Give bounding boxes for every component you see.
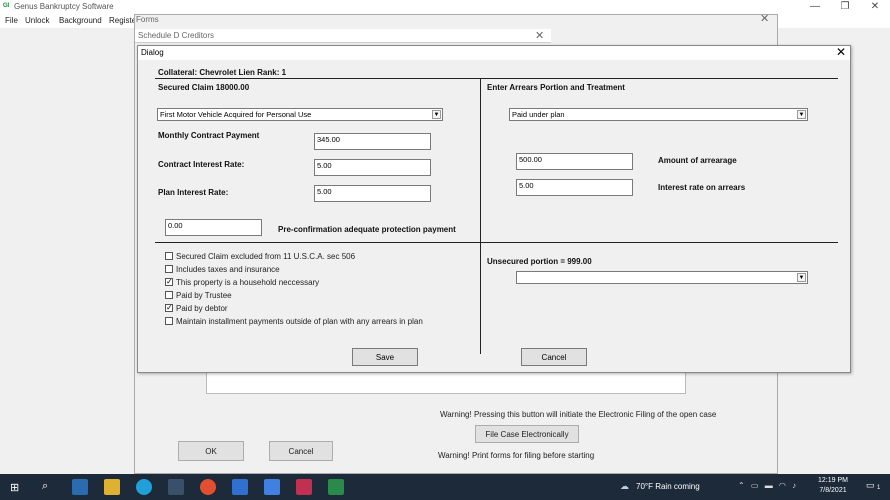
- dialog-title: Dialog: [141, 48, 164, 57]
- forms-window-title: Forms: [136, 15, 159, 24]
- property-type-value: First Motor Vehicle Acquired for Persona…: [160, 110, 312, 119]
- divider: [155, 242, 838, 243]
- collateral-label: Collateral: Chevrolet Lien Rank: 1: [158, 68, 287, 77]
- plan-rate-input[interactable]: 5.00: [314, 185, 431, 202]
- checkbox-label: Paid by Trustee: [176, 291, 232, 300]
- menu-file[interactable]: File: [5, 16, 18, 25]
- forms-close-icon[interactable]: ✕: [760, 12, 769, 25]
- mail-icon[interactable]: [72, 479, 88, 495]
- preconfirmation-input[interactable]: 0.00: [165, 219, 262, 236]
- monthly-payment-label: Monthly Contract Payment: [158, 131, 260, 140]
- game-icon[interactable]: [296, 479, 312, 495]
- schedule-close-icon[interactable]: ✕: [535, 29, 544, 42]
- plan-rate-label: Plan Interest Rate:: [158, 188, 229, 197]
- save-button[interactable]: Save: [352, 348, 418, 366]
- forms-cancel-button[interactable]: Cancel: [269, 441, 333, 461]
- system-tray-icons[interactable]: ⌃ ▭ ▬ ◠ ♪: [738, 481, 798, 490]
- close-app-button[interactable]: ✕: [860, 0, 890, 14]
- arrears-treatment-select[interactable]: Paid under plan ▼: [509, 108, 808, 121]
- menu-unlock[interactable]: Unlock: [25, 16, 49, 25]
- notification-icon[interactable]: ▭: [866, 480, 875, 491]
- checkbox-label: Maintain installment payments outside of…: [176, 317, 423, 326]
- chevron-down-icon: ▼: [797, 110, 806, 119]
- app-title: Genus Bankruptcy Software: [14, 2, 114, 11]
- weather-text[interactable]: 70°F Rain coming: [636, 482, 700, 491]
- clock[interactable]: 12:19 PM 7/8/2021: [818, 476, 848, 496]
- app-logo-icon: ᴳᴵ: [3, 1, 10, 11]
- arrears-rate-input[interactable]: 5.00: [516, 179, 633, 196]
- arrears-treatment-value: Paid under plan: [512, 110, 565, 119]
- efile-warning: Warning! Pressing this button will initi…: [440, 410, 717, 419]
- checkbox-label: Secured Claim excluded from 11 U.S.C.A. …: [176, 252, 356, 261]
- edge-icon[interactable]: [136, 479, 152, 495]
- unsecured-portion-label: Unsecured portion = 999.00: [487, 257, 592, 266]
- photos-icon[interactable]: [232, 479, 248, 495]
- clock-date: 7/8/2021: [819, 487, 847, 494]
- chevron-down-icon: ▼: [797, 273, 806, 282]
- dialog-titlebar: [138, 46, 850, 60]
- clock-time: 12:19 PM: [818, 477, 848, 484]
- search-icon[interactable]: ⌕: [42, 480, 48, 493]
- file-explorer-icon[interactable]: [104, 479, 120, 495]
- checkbox-taxes-insurance[interactable]: [165, 265, 173, 273]
- notes-textarea[interactable]: [206, 372, 686, 394]
- checkbox-excluded-506[interactable]: [165, 252, 173, 260]
- file-case-electronically-button[interactable]: File Case Electronically: [475, 425, 579, 443]
- menu-background[interactable]: Background: [59, 16, 102, 25]
- divider: [155, 78, 838, 79]
- arrears-rate-label: Interest rate on arrears: [658, 183, 746, 192]
- app-titlebar: [0, 0, 890, 14]
- checkbox-label: Includes taxes and insurance: [176, 265, 280, 274]
- checkbox-label: This property is a household neccessary: [176, 278, 320, 287]
- app-icon[interactable]: [264, 479, 280, 495]
- notification-count: 1: [877, 485, 881, 491]
- cancel-button[interactable]: Cancel: [521, 348, 587, 366]
- preconfirmation-label: Pre-confirmation adequate protection pay…: [278, 225, 456, 234]
- checkbox-household-necessary[interactable]: ✓: [165, 278, 173, 286]
- windows-start-icon[interactable]: ⊞: [10, 481, 19, 494]
- contract-rate-label: Contract Interest Rate:: [158, 160, 245, 169]
- maximize-button[interactable]: ❐: [830, 0, 860, 14]
- schedule-window-title: Schedule D Creditors: [138, 31, 215, 40]
- unsecured-select[interactable]: ▼: [516, 271, 808, 284]
- arrearage-amount-label: Amount of arrearage: [658, 156, 737, 165]
- dialog-close-icon[interactable]: ✕: [836, 45, 846, 59]
- weather-icon: ☁: [620, 481, 629, 491]
- arrearage-amount-input[interactable]: 500.00: [516, 153, 633, 170]
- property-type-select[interactable]: First Motor Vehicle Acquired for Persona…: [157, 108, 443, 121]
- column-divider: [480, 78, 481, 354]
- ok-button[interactable]: OK: [178, 441, 244, 461]
- checkbox-maintain-installments[interactable]: [165, 317, 173, 325]
- chrome-icon[interactable]: [200, 479, 216, 495]
- minimize-button[interactable]: —: [800, 0, 830, 14]
- checkbox-paid-by-debtor[interactable]: ✓: [165, 304, 173, 312]
- menu-register[interactable]: Registe: [109, 16, 136, 25]
- checkbox-label: Paid by debtor: [176, 304, 228, 313]
- arrears-heading: Enter Arrears Portion and Treatment: [487, 83, 625, 92]
- contract-rate-input[interactable]: 5.00: [314, 159, 431, 176]
- secured-claim-label: Secured Claim 18000.00: [158, 83, 250, 92]
- genus-app-icon[interactable]: [328, 479, 344, 495]
- print-warning: Warning! Print forms for filing before s…: [438, 451, 595, 460]
- chevron-down-icon: ▼: [432, 110, 441, 119]
- checkbox-paid-by-trustee[interactable]: [165, 291, 173, 299]
- store-icon[interactable]: [168, 479, 184, 495]
- monthly-payment-input[interactable]: 345.00: [314, 133, 431, 150]
